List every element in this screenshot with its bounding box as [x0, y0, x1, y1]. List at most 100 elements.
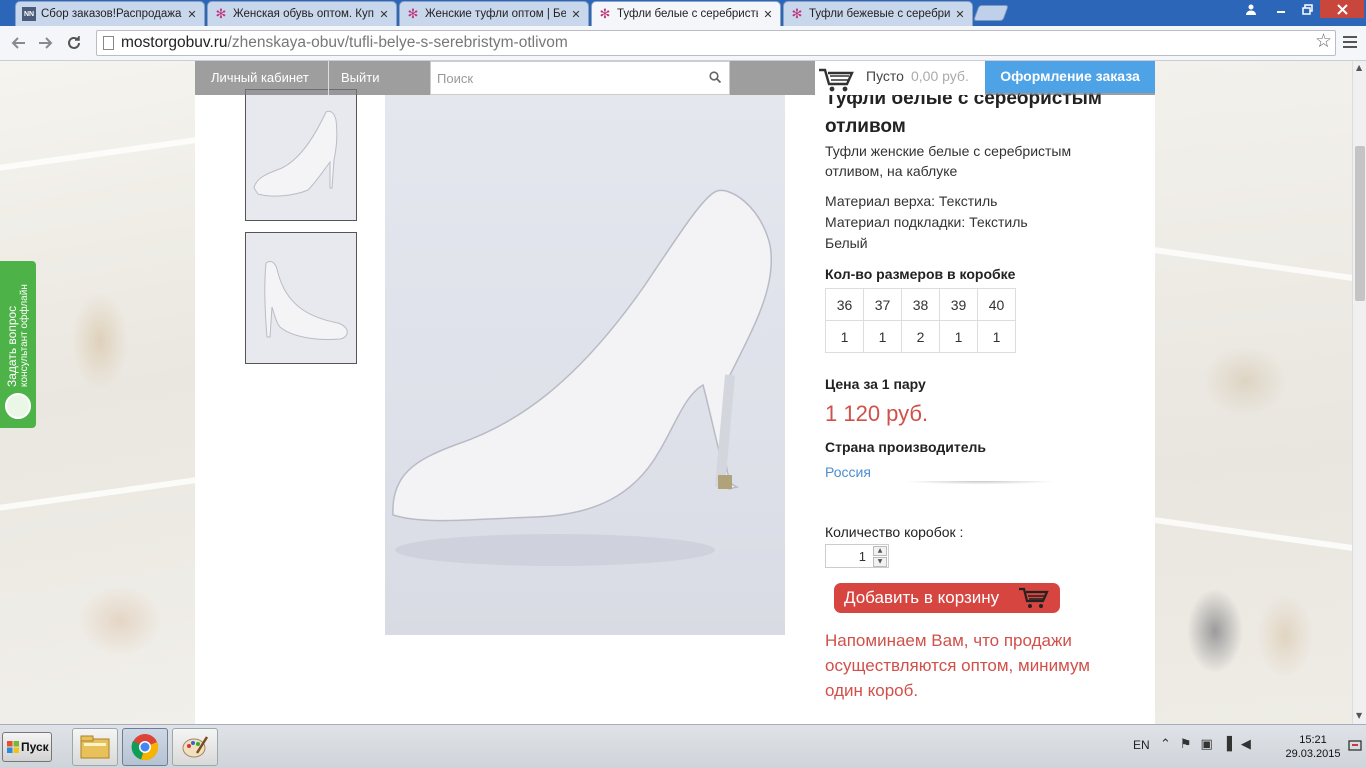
attribute-upper-material: Материал верха: Текстиль — [825, 193, 998, 209]
chrome-menu-icon[interactable] — [1343, 36, 1357, 50]
user-icon[interactable] — [1238, 0, 1264, 18]
attribute-lining-material: Материал подкладки: Текстиль — [825, 214, 1028, 230]
add-to-cart-label: Добавить в корзину — [844, 588, 1000, 607]
size-cell: 36 — [825, 288, 864, 321]
back-arrow-icon[interactable] — [7, 32, 29, 54]
windows-flag-icon — [7, 741, 19, 753]
shelf-decor — [1155, 517, 1352, 551]
tab-title: Туфли бежевые с серебрис — [809, 8, 950, 20]
clock-time: 15:21 — [1299, 734, 1327, 746]
close-tab-icon[interactable]: ✕ — [570, 8, 582, 21]
size-count-cell: 2 — [901, 320, 940, 353]
flower-icon: ✻ — [791, 6, 803, 22]
search-input[interactable]: Поиск — [430, 61, 730, 95]
size-count-cell: 1 — [977, 320, 1016, 353]
quantity-label: Количество коробок : — [825, 524, 964, 540]
page-icon — [103, 36, 114, 50]
action-center-icon[interactable] — [1348, 739, 1362, 753]
browser-tab-active[interactable]: ✻ Туфли белые с серебристь ✕ — [591, 1, 781, 26]
file-explorer-icon[interactable] — [72, 728, 118, 766]
scroll-down-arrow-icon[interactable]: ▼ — [1356, 711, 1362, 720]
close-tab-icon[interactable]: ✕ — [954, 8, 966, 21]
tab-title: Сбор заказов!Распродажа д — [41, 8, 182, 20]
taskbar: Пуск EN ⌃⚑▣▐◀ 15:21 29.03.2015 — [0, 724, 1366, 768]
logout-link[interactable]: Выйти — [341, 61, 380, 95]
start-button[interactable]: Пуск — [2, 732, 52, 762]
cart-total: 0,00 руб. — [911, 68, 969, 84]
quantity-value: 1 — [858, 549, 866, 564]
new-tab-button[interactable] — [973, 5, 1009, 21]
cart-status: Пусто — [866, 68, 904, 84]
size-count-cell: 1 — [825, 320, 864, 353]
browser-tab[interactable]: ✻ Женские туфли оптом | Бе ✕ — [399, 1, 589, 26]
browser-tab[interactable]: ✻ Туфли бежевые с серебрис ✕ — [783, 1, 973, 26]
consultant-text: Задать вопрос консультант оффлайн — [5, 284, 30, 387]
shelf-decor — [0, 137, 195, 171]
tab-title: Женские туфли оптом | Бе — [425, 8, 566, 20]
consultant-line-2: консультант оффлайн — [19, 284, 30, 387]
divider — [870, 481, 1090, 491]
consultant-line-1: Задать вопрос — [5, 305, 19, 387]
country-link[interactable]: Россия — [825, 464, 871, 480]
cart-summary[interactable]: Пусто 0,00 руб. — [815, 61, 985, 95]
size-cell: 37 — [863, 288, 902, 321]
add-to-cart-button[interactable]: Добавить в корзину — [834, 583, 1060, 613]
chrome-icon[interactable] — [122, 728, 168, 766]
product-price: 1 120 руб. — [825, 401, 929, 426]
url-path: /zhenskaya-obuv/tufli-belye-s-serebristy… — [227, 34, 568, 51]
wholesale-notice: Напоминаем Вам, что продажи осуществляют… — [825, 631, 1090, 700]
country-heading: Страна производитель — [825, 439, 986, 455]
product-thumbnail[interactable] — [245, 232, 357, 364]
flower-icon: ✻ — [599, 6, 611, 22]
flower-icon: ✻ — [407, 6, 419, 22]
decrement-arrow-icon[interactable]: ▼ — [873, 557, 887, 567]
restore-icon[interactable] — [1294, 0, 1320, 18]
quantity-stepper[interactable]: 1 ▲ ▼ — [825, 544, 889, 568]
nn-icon: NN — [22, 7, 36, 21]
product-description: Туфли женские белые с серебристым отливо… — [825, 143, 1072, 179]
minimize-icon[interactable] — [1268, 0, 1294, 18]
checkout-button[interactable]: Оформление заказа — [985, 61, 1155, 93]
sizes-heading: Кол-во размеров в коробке — [825, 266, 1016, 282]
browser-tab[interactable]: ✻ Женская обувь оптом. Куп ✕ — [207, 1, 397, 26]
bookmark-star-icon[interactable]: ☆ — [1315, 30, 1332, 52]
clock-date: 29.03.2015 — [1285, 748, 1341, 760]
tab-title: Женская обувь оптом. Куп — [233, 8, 374, 20]
cart-icon — [819, 68, 854, 92]
divider — [328, 61, 329, 95]
size-cell: 39 — [939, 288, 978, 321]
increment-arrow-icon[interactable]: ▲ — [873, 546, 887, 556]
scroll-up-arrow-icon[interactable]: ▲ — [1356, 63, 1362, 72]
search-placeholder: Поиск — [437, 71, 474, 86]
page-scrollbar[interactable]: ▲ ▼ — [1352, 61, 1366, 724]
product-main-image[interactable] — [385, 95, 785, 635]
size-count-cell: 1 — [863, 320, 902, 353]
table-row: 1 1 2 1 1 — [825, 320, 1016, 353]
close-window-icon[interactable] — [1320, 0, 1364, 18]
shelf-decor — [1155, 247, 1352, 281]
language-indicator[interactable]: EN — [1133, 738, 1150, 752]
clock[interactable]: 15:21 29.03.2015 — [1283, 733, 1343, 761]
browser-toolbar: mostorgobuv.ru/zhenskaya-obuv/tufli-bely… — [0, 26, 1366, 61]
size-cell: 40 — [977, 288, 1016, 321]
close-tab-icon[interactable]: ✕ — [378, 8, 390, 21]
reload-icon[interactable] — [63, 32, 85, 54]
browser-tab[interactable]: NN Сбор заказов!Распродажа д ✕ — [15, 1, 205, 26]
product-thumbnail[interactable] — [245, 89, 357, 221]
table-row: 36 37 38 39 40 — [825, 288, 1016, 321]
start-label: Пуск — [21, 740, 49, 754]
search-icon[interactable] — [709, 71, 721, 83]
consultant-logo-icon — [5, 393, 31, 419]
forward-arrow-icon[interactable] — [35, 32, 57, 54]
scrollbar-thumb[interactable] — [1355, 146, 1365, 301]
flower-icon: ✻ — [215, 6, 227, 22]
close-tab-icon[interactable]: ✕ — [186, 8, 198, 21]
system-tray-icons[interactable]: ⌃⚑▣▐◀ — [1160, 737, 1260, 752]
background-shelf-image — [1155, 61, 1352, 724]
tab-title: Туфли белые с серебристь — [617, 8, 758, 20]
address-bar[interactable]: mostorgobuv.ru/zhenskaya-obuv/tufli-bely… — [96, 30, 1336, 56]
consultant-widget[interactable]: Задать вопрос консультант оффлайн — [0, 261, 36, 428]
paint-icon[interactable] — [172, 728, 218, 766]
account-link[interactable]: Личный кабинет — [211, 61, 309, 95]
close-tab-icon[interactable]: ✕ — [762, 8, 774, 21]
